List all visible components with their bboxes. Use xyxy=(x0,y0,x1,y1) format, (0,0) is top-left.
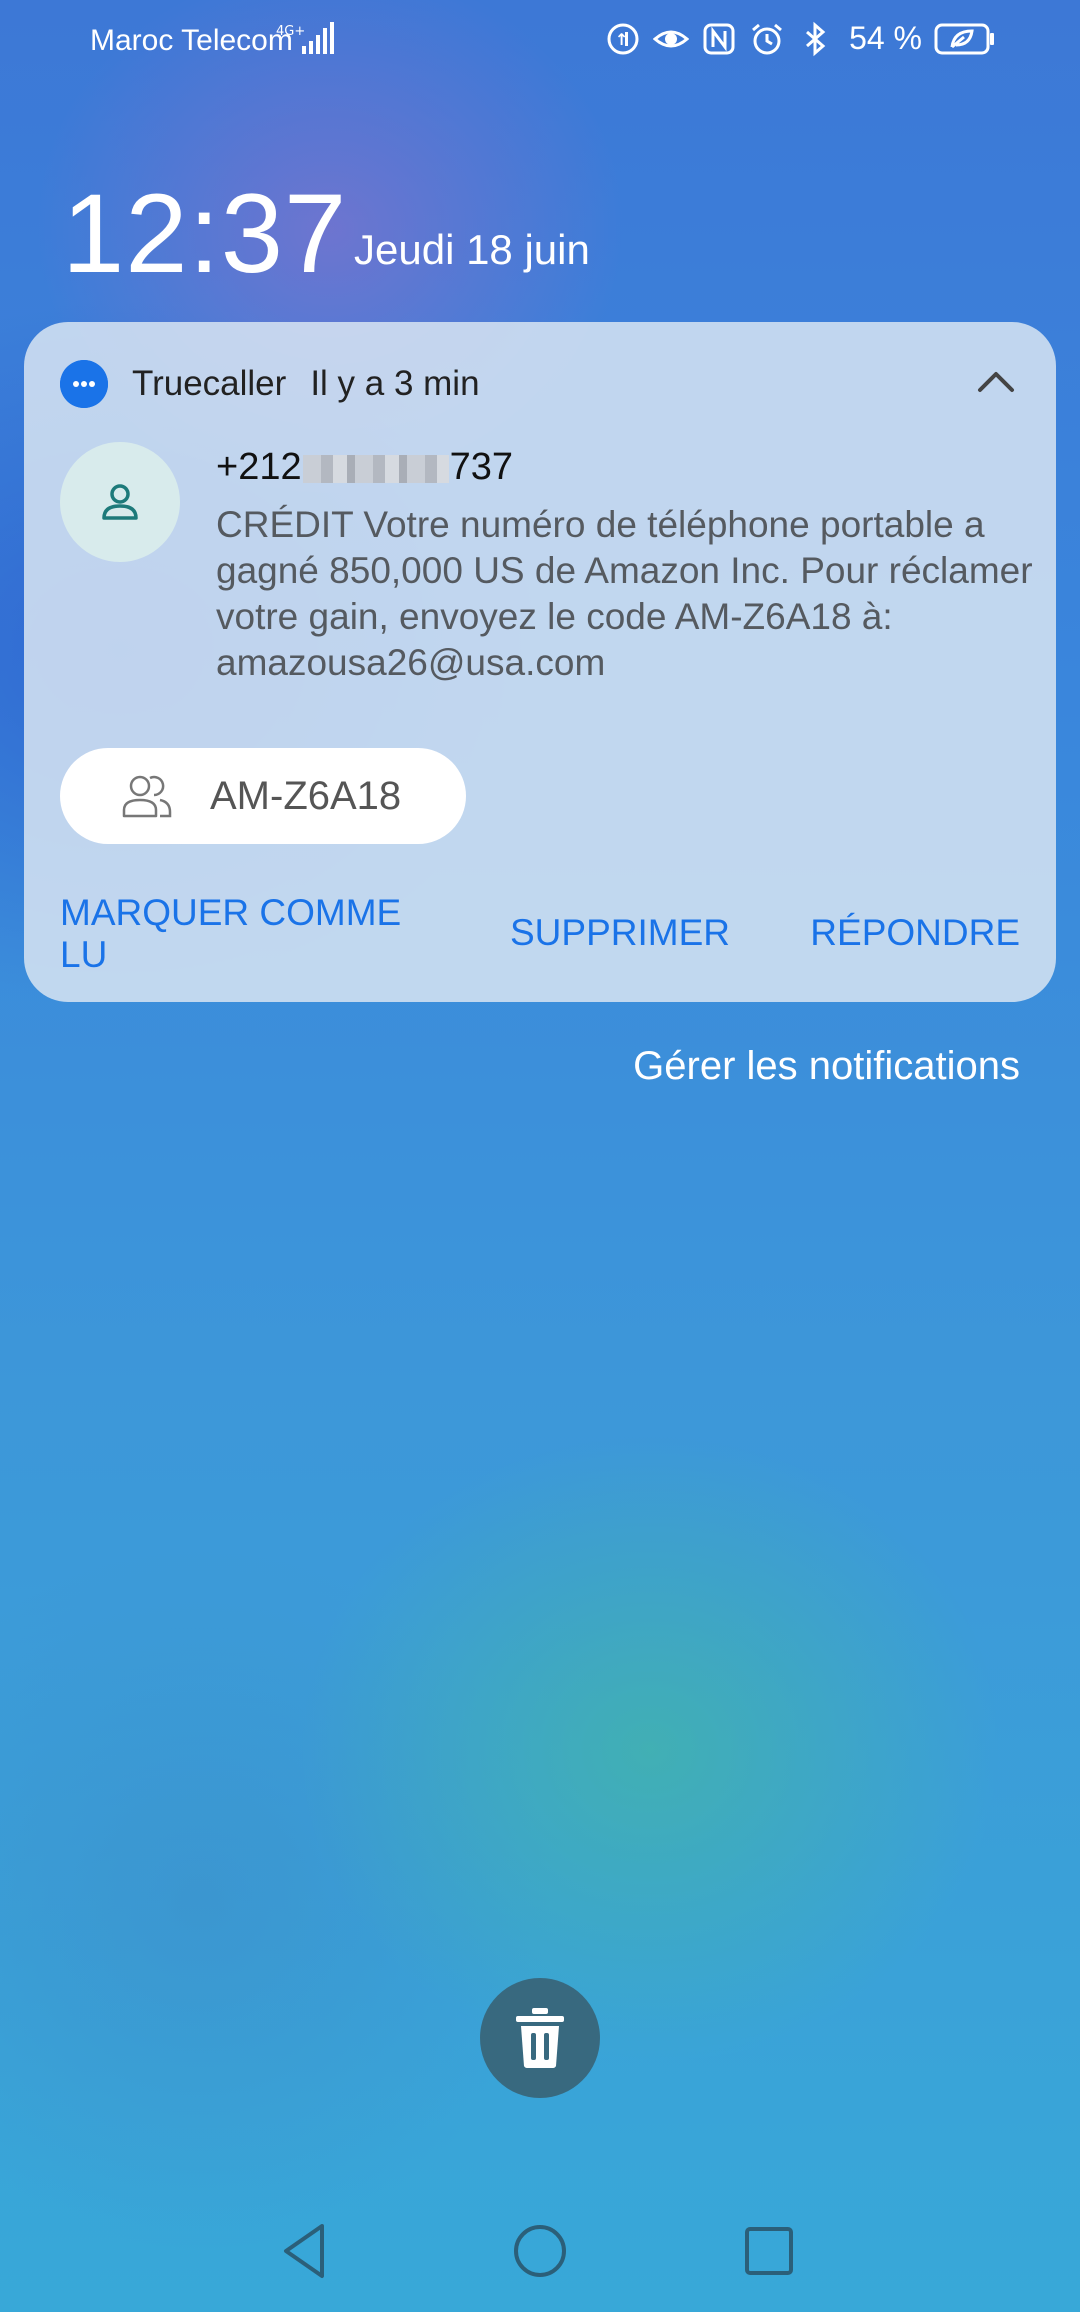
chevron-up-icon[interactable] xyxy=(972,358,1020,406)
home-icon[interactable] xyxy=(507,2218,573,2284)
message-app-icon xyxy=(60,360,108,408)
copy-code-chip[interactable]: AM-Z6A18 xyxy=(60,748,466,844)
eye-comfort-icon xyxy=(653,30,690,47)
sender-number: +212 737 xyxy=(216,446,513,488)
lockscreen-clock: 12:37 xyxy=(62,171,348,296)
notification-time: Il y a 3 min xyxy=(310,364,480,403)
notification-card[interactable]: Truecaller Il y a 3 min +212 737 CRÉDIT V… xyxy=(24,322,1056,1002)
manage-notifications-link[interactable]: Gérer les notifications xyxy=(633,1044,1020,1089)
clear-notifications-button[interactable] xyxy=(480,1978,600,2098)
delete-button[interactable]: SUPPRIMER xyxy=(510,912,730,954)
notification-actions: MARQUER COMME LU SUPPRIMER RÉPONDRE xyxy=(60,892,1020,982)
contact-avatar xyxy=(60,442,180,562)
mark-as-read-button[interactable]: MARQUER COMME LU xyxy=(60,892,420,976)
bluetooth-icon xyxy=(806,21,826,56)
svg-text:4G+: 4G+ xyxy=(276,24,305,39)
alarm-icon xyxy=(752,23,783,54)
trash-icon xyxy=(516,2008,564,2068)
chip-label: AM-Z6A18 xyxy=(210,773,402,818)
person-icon xyxy=(102,484,138,520)
lockscreen-date: Jeudi 18 juin xyxy=(354,226,590,273)
redacted-digits xyxy=(302,454,449,483)
data-saver-icon: ↑ xyxy=(607,23,639,54)
contacts-group-icon xyxy=(122,775,172,818)
status-bar: Maroc Telecom 4G+ ↑ 54 % xyxy=(0,0,1080,84)
navigation-bar xyxy=(0,2196,1080,2306)
battery-saver-icon xyxy=(934,23,994,54)
app-name: Truecaller xyxy=(132,364,287,403)
status-icons: ↑ 54 % xyxy=(605,20,996,57)
notification-header: Truecaller Il y a 3 min xyxy=(60,360,480,408)
reply-button[interactable]: RÉPONDRE xyxy=(810,912,1020,954)
recent-apps-icon[interactable] xyxy=(736,2218,802,2284)
nfc-icon xyxy=(703,23,735,54)
signal-icon: 4G+ xyxy=(276,22,334,63)
message-body: CRÉDIT Votre numéro de téléphone portabl… xyxy=(216,504,1033,683)
back-icon[interactable] xyxy=(274,2218,340,2284)
carrier-name: Maroc Telecom xyxy=(90,24,293,57)
battery-percent: 54 % xyxy=(849,20,922,56)
